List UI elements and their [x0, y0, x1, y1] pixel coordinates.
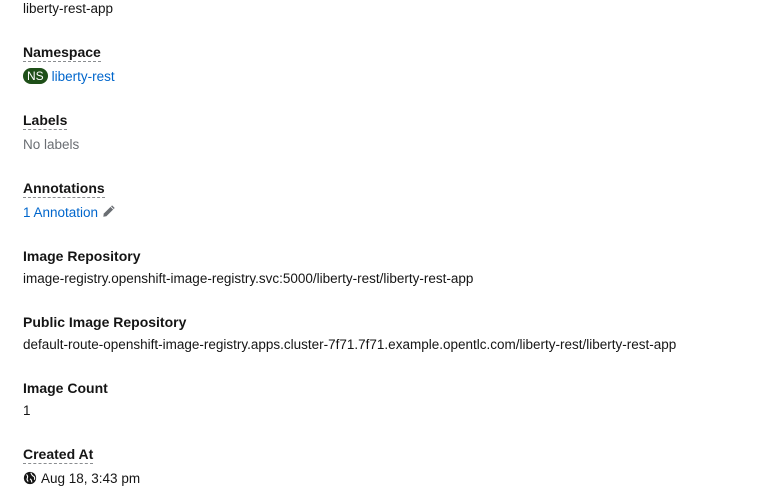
- pencil-icon: [102, 204, 116, 223]
- annotations-value: 1 Annotation: [23, 204, 116, 223]
- created-at-text: Aug 18, 3:43 pm: [41, 471, 141, 486]
- image-count-label: Image Count: [23, 380, 108, 396]
- image-count-label-wrap: Image Count: [23, 379, 108, 398]
- image-count-value: 1: [23, 403, 31, 418]
- image-repository-value: image-registry.openshift-image-registry.…: [23, 271, 474, 286]
- annotations-link[interactable]: 1 Annotation: [23, 205, 116, 220]
- annotations-label-wrap: Annotations: [23, 179, 105, 198]
- globe-icon: [23, 471, 37, 490]
- public-image-repository-label: Public Image Repository: [23, 314, 187, 330]
- namespace-link[interactable]: liberty-rest: [52, 69, 115, 84]
- labels-label-wrap: Labels: [23, 111, 68, 130]
- namespace-label[interactable]: Namespace: [23, 44, 101, 62]
- namespace-value: NS liberty-rest: [23, 68, 115, 86]
- created-at-label[interactable]: Created At: [23, 446, 94, 464]
- image-repository-label-wrap: Image Repository: [23, 247, 140, 266]
- labels-value: No labels: [23, 137, 80, 152]
- namespace-label-wrap: Namespace: [23, 43, 101, 62]
- labels-label[interactable]: Labels: [23, 112, 68, 130]
- created-at-label-wrap: Created At: [23, 445, 94, 464]
- image-repository-label: Image Repository: [23, 248, 141, 264]
- annotations-link-text: 1 Annotation: [23, 205, 99, 220]
- created-at-value: Aug 18, 3:43 pm: [23, 470, 140, 490]
- public-image-repository-value: default-route-openshift-image-registry.a…: [23, 337, 677, 352]
- name-value: liberty-rest-app: [23, 1, 114, 16]
- public-image-repository-label-wrap: Public Image Repository: [23, 313, 186, 332]
- namespace-badge: NS: [23, 68, 48, 84]
- annotations-label[interactable]: Annotations: [23, 180, 105, 198]
